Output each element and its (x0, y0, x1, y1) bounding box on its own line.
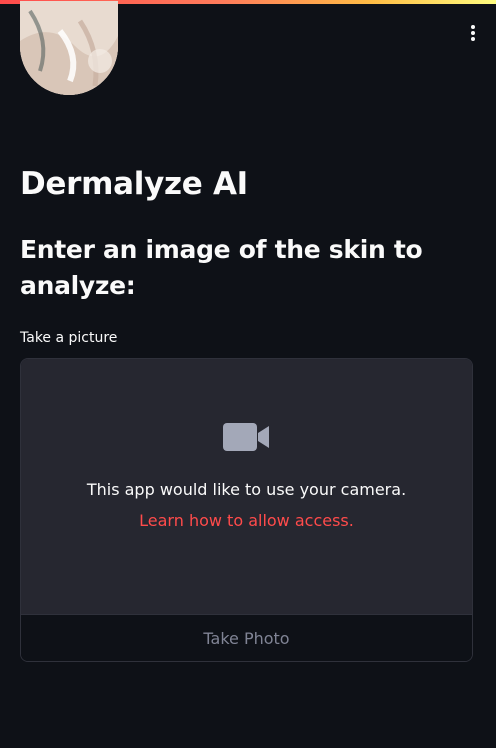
video-camera-icon (223, 423, 269, 451)
allow-access-link[interactable]: Learn how to allow access. (21, 509, 472, 533)
camera-input-widget: This app would like to use your camera. … (20, 358, 473, 662)
camera-permission-message: This app would like to use your camera. (86, 480, 407, 499)
take-photo-button[interactable]: Take Photo (21, 614, 472, 661)
page-subtitle: Enter an image of the skin to analyze: (20, 235, 423, 300)
vertical-dots-icon (471, 25, 475, 41)
page-title: Dermalyze AI (20, 166, 248, 202)
camera-preview-area: This app would like to use your camera. … (21, 359, 472, 614)
app-logo-image (20, 1, 118, 95)
camera-input-label: Take a picture (20, 330, 118, 346)
main-menu-button[interactable] (462, 22, 484, 44)
